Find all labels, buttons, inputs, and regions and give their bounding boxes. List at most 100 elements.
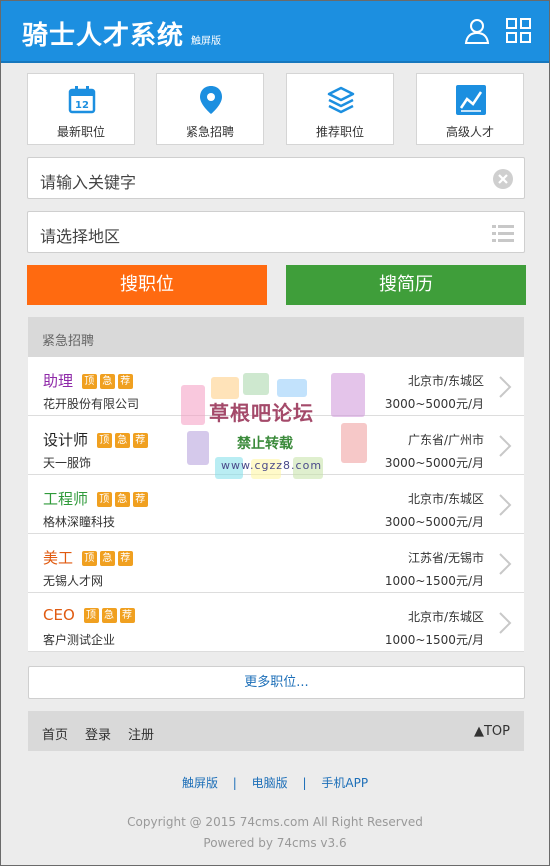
company-name: 无锡人才网 xyxy=(43,574,104,588)
link-separator: | xyxy=(232,776,237,790)
job-title: CEO xyxy=(43,606,75,624)
job-location: 北京市/东城区 xyxy=(407,374,484,388)
quick-nav-label: 最新职位 xyxy=(56,125,105,139)
search-jobs-button[interactable]: 搜职位 xyxy=(27,265,267,305)
more-jobs-button[interactable]: 更多职位... xyxy=(28,666,525,699)
quick-nav-recommended[interactable]: 推荐职位 xyxy=(286,73,394,145)
quick-nav-senior-talent[interactable]: 高级人才 xyxy=(416,73,524,145)
region-placeholder: 请选择地区 xyxy=(40,227,121,246)
keyword-input[interactable]: 请输入关键字 xyxy=(27,157,525,199)
chevron-right-icon xyxy=(499,494,512,516)
tag-recommend: 荐 xyxy=(117,374,133,389)
watermark-block xyxy=(187,431,209,465)
quick-nav-label: 紧急招聘 xyxy=(185,125,234,139)
watermark-block xyxy=(181,385,205,425)
job-salary: 3000~5000元/月 xyxy=(384,515,484,529)
job-title: 助理 xyxy=(43,372,74,390)
company-name: 天一服饰 xyxy=(43,456,92,470)
company-name: 客户测试企业 xyxy=(43,633,116,647)
quick-nav-urgent[interactable]: 紧急招聘 xyxy=(156,73,264,145)
job-tags: 顶急荐 xyxy=(81,549,136,567)
urgent-section-header: 紧急招聘 xyxy=(28,317,524,357)
footer-login-link[interactable]: 登录 xyxy=(85,724,111,743)
back-to-top-button[interactable]: ▲TOP xyxy=(474,724,510,739)
job-row[interactable]: 美工 顶急荐 无锡人才网 江苏省/无锡市 1000~1500元/月 xyxy=(28,534,524,593)
footer-register-link[interactable]: 注册 xyxy=(128,724,154,743)
job-salary: 3000~5000元/月 xyxy=(384,456,484,470)
tag-urgent: 急 xyxy=(101,608,117,623)
tag-top: 顶 xyxy=(96,433,112,448)
company-name: 格林深瞳科技 xyxy=(43,515,116,529)
tag-urgent: 急 xyxy=(99,374,115,389)
job-location: 北京市/东城区 xyxy=(407,610,484,624)
tag-top: 顶 xyxy=(81,374,97,389)
chevron-right-icon xyxy=(499,435,512,457)
chevron-right-icon xyxy=(499,612,512,634)
watermark-block xyxy=(211,377,239,399)
chevron-right-icon xyxy=(499,553,512,575)
job-title: 美工 xyxy=(43,549,74,567)
job-title-wrap: 工程师 顶急荐 xyxy=(43,488,151,509)
location-pin-icon xyxy=(200,86,222,114)
watermark-subtitle: 禁止转载 xyxy=(237,436,293,452)
menu-grid-icon[interactable] xyxy=(505,17,533,45)
version-links: 触屏版 | 电脑版 | 手机APP xyxy=(1,774,549,791)
touch-version-link[interactable]: 触屏版 xyxy=(182,776,218,790)
tag-recommend: 荐 xyxy=(117,551,133,566)
user-icon[interactable] xyxy=(463,17,491,45)
tag-recommend: 荐 xyxy=(132,433,148,448)
layers-icon xyxy=(327,86,355,114)
watermark-block xyxy=(243,373,269,395)
job-title: 工程师 xyxy=(43,490,89,508)
tag-recommend: 荐 xyxy=(132,492,148,507)
watermark-block xyxy=(331,373,365,417)
tag-urgent: 急 xyxy=(99,551,115,566)
svg-text:12: 12 xyxy=(75,100,89,111)
mobile-app-link[interactable]: 手机APP xyxy=(321,776,368,790)
site-logo[interactable]: 骑士人才系统 xyxy=(22,15,184,52)
job-salary: 3000~5000元/月 xyxy=(384,397,484,411)
job-row[interactable]: 工程师 顶急荐 格林深瞳科技 北京市/东城区 3000~5000元/月 xyxy=(28,475,524,534)
job-title-wrap: 设计师 顶急荐 xyxy=(43,429,151,450)
tag-top: 顶 xyxy=(83,608,99,623)
calendar-icon: 12 xyxy=(68,86,96,114)
keyword-placeholder: 请输入关键字 xyxy=(40,173,137,192)
chevron-right-icon xyxy=(499,376,512,398)
tag-top: 顶 xyxy=(96,492,112,507)
quick-nav-label: 推荐职位 xyxy=(315,125,364,139)
job-tags: 顶急荐 xyxy=(96,490,151,508)
footer-home-link[interactable]: 首页 xyxy=(42,724,68,743)
section-title: 紧急招聘 xyxy=(42,334,95,349)
watermark-block xyxy=(341,423,367,463)
tag-recommend: 荐 xyxy=(119,608,135,623)
job-title-wrap: 助理 顶急荐 xyxy=(43,370,136,391)
quick-nav-latest-jobs[interactable]: 12 最新职位 xyxy=(27,73,135,145)
job-salary: 1000~1500元/月 xyxy=(384,574,484,588)
powered-by-text: Powered by 74cms v3.6 xyxy=(203,836,347,850)
logo-tag: 触屏版 xyxy=(191,36,221,47)
job-tags: 顶急荐 xyxy=(83,606,138,624)
watermark-title: 草根吧论坛 xyxy=(209,401,314,425)
search-resumes-button[interactable]: 搜简历 xyxy=(286,265,526,305)
link-separator: | xyxy=(302,776,307,790)
watermark-url: www.cgzz8.com xyxy=(221,459,323,472)
region-select[interactable]: 请选择地区 xyxy=(27,211,525,253)
job-tags: 顶急荐 xyxy=(96,431,151,449)
job-row[interactable]: CEO 顶急荐 客户测试企业 北京市/东城区 1000~1500元/月 xyxy=(28,593,524,652)
copyright-text: Copyright @ 2015 74cms.com All Right Res… xyxy=(127,815,423,829)
job-location: 江苏省/无锡市 xyxy=(407,551,484,565)
tag-top: 顶 xyxy=(81,551,97,566)
tag-urgent: 急 xyxy=(114,492,130,507)
watermark: 草根吧论坛 禁止转载 www.cgzz8.com xyxy=(181,373,371,483)
job-location: 北京市/东城区 xyxy=(407,492,484,506)
trend-chart-icon xyxy=(456,85,486,115)
job-title-wrap: CEO 顶急荐 xyxy=(43,606,138,624)
list-icon xyxy=(492,225,514,242)
job-tags: 顶急荐 xyxy=(81,372,136,390)
job-salary: 1000~1500元/月 xyxy=(384,633,484,647)
footer-nav: 首页 登录 注册 ▲TOP xyxy=(28,711,524,751)
clear-icon[interactable] xyxy=(492,168,514,190)
quick-nav-label: 高级人才 xyxy=(445,125,494,139)
pc-version-link[interactable]: 电脑版 xyxy=(252,776,288,790)
job-title: 设计师 xyxy=(43,431,89,449)
